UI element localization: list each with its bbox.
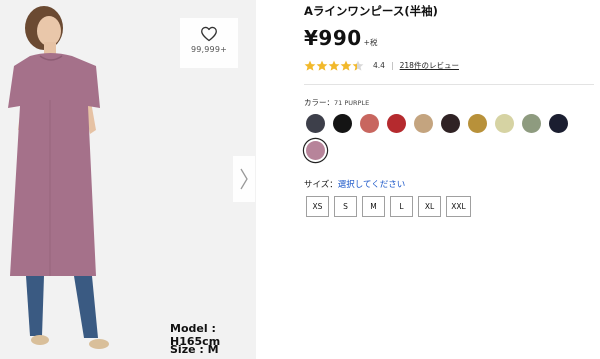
size-option-xl[interactable]: XL: [418, 196, 441, 217]
color-label-key: カラー：: [304, 98, 334, 107]
heart-icon: [201, 26, 217, 42]
color-swatch-8[interactable]: [495, 114, 514, 133]
favorite-count: 99,999+: [190, 45, 228, 54]
size-option-s[interactable]: S: [334, 196, 357, 217]
rating-stars: [304, 60, 364, 71]
divider: [304, 84, 594, 85]
color-swatch-9[interactable]: [522, 114, 541, 133]
star-icon: [352, 60, 364, 71]
reviews-link[interactable]: 218件のレビュー: [400, 60, 459, 71]
color-swatch-5[interactable]: [414, 114, 433, 133]
rating-separator: |: [390, 60, 394, 70]
star-icon: [328, 60, 340, 71]
selected-color-name: 71 PURPLE: [334, 99, 370, 107]
color-swatch-10[interactable]: [549, 114, 568, 133]
product-info-panel: Aラインワンピース(半袖) ¥990 +税 4.4 | 218件のレビュー カラー…: [304, 0, 594, 359]
size-option-xs[interactable]: XS: [306, 196, 329, 217]
product-image-gallery: 99,999+ Model : H165cm Size : M: [0, 0, 256, 359]
chevron-right-icon: [240, 168, 248, 190]
size-prompt: 選択してください: [337, 180, 406, 190]
star-icon: [316, 60, 328, 71]
color-swatch-3[interactable]: [360, 114, 379, 133]
star-icon: [304, 60, 316, 71]
star-icon: [340, 60, 352, 71]
product-title: Aラインワンピース(半袖): [304, 4, 438, 18]
size-option-l[interactable]: L: [390, 196, 413, 217]
color-swatch-11[interactable]: [306, 141, 325, 160]
color-swatch-2[interactable]: [333, 114, 352, 133]
price-row: ¥990 +税: [304, 26, 377, 50]
size-option-m[interactable]: M: [362, 196, 385, 217]
size-label: サイズ：選択してください: [304, 178, 405, 190]
next-image-button[interactable]: [233, 156, 255, 202]
model-size-text: Size : M: [170, 343, 219, 356]
tax-note: +税: [363, 38, 378, 47]
favorite-button[interactable]: 99,999+: [180, 18, 238, 68]
color-label: カラー：71 PURPLE: [304, 97, 369, 108]
product-price: ¥990: [304, 26, 362, 50]
color-swatch-4[interactable]: [387, 114, 406, 133]
color-swatch-1[interactable]: [306, 114, 325, 133]
color-swatch-6[interactable]: [441, 114, 460, 133]
size-option-xxl[interactable]: XXL: [446, 196, 471, 217]
rating-row: 4.4 | 218件のレビュー: [304, 58, 459, 72]
size-label-key: サイズ：: [304, 180, 338, 190]
rating-value: 4.4: [373, 60, 385, 70]
color-swatch-7[interactable]: [468, 114, 487, 133]
